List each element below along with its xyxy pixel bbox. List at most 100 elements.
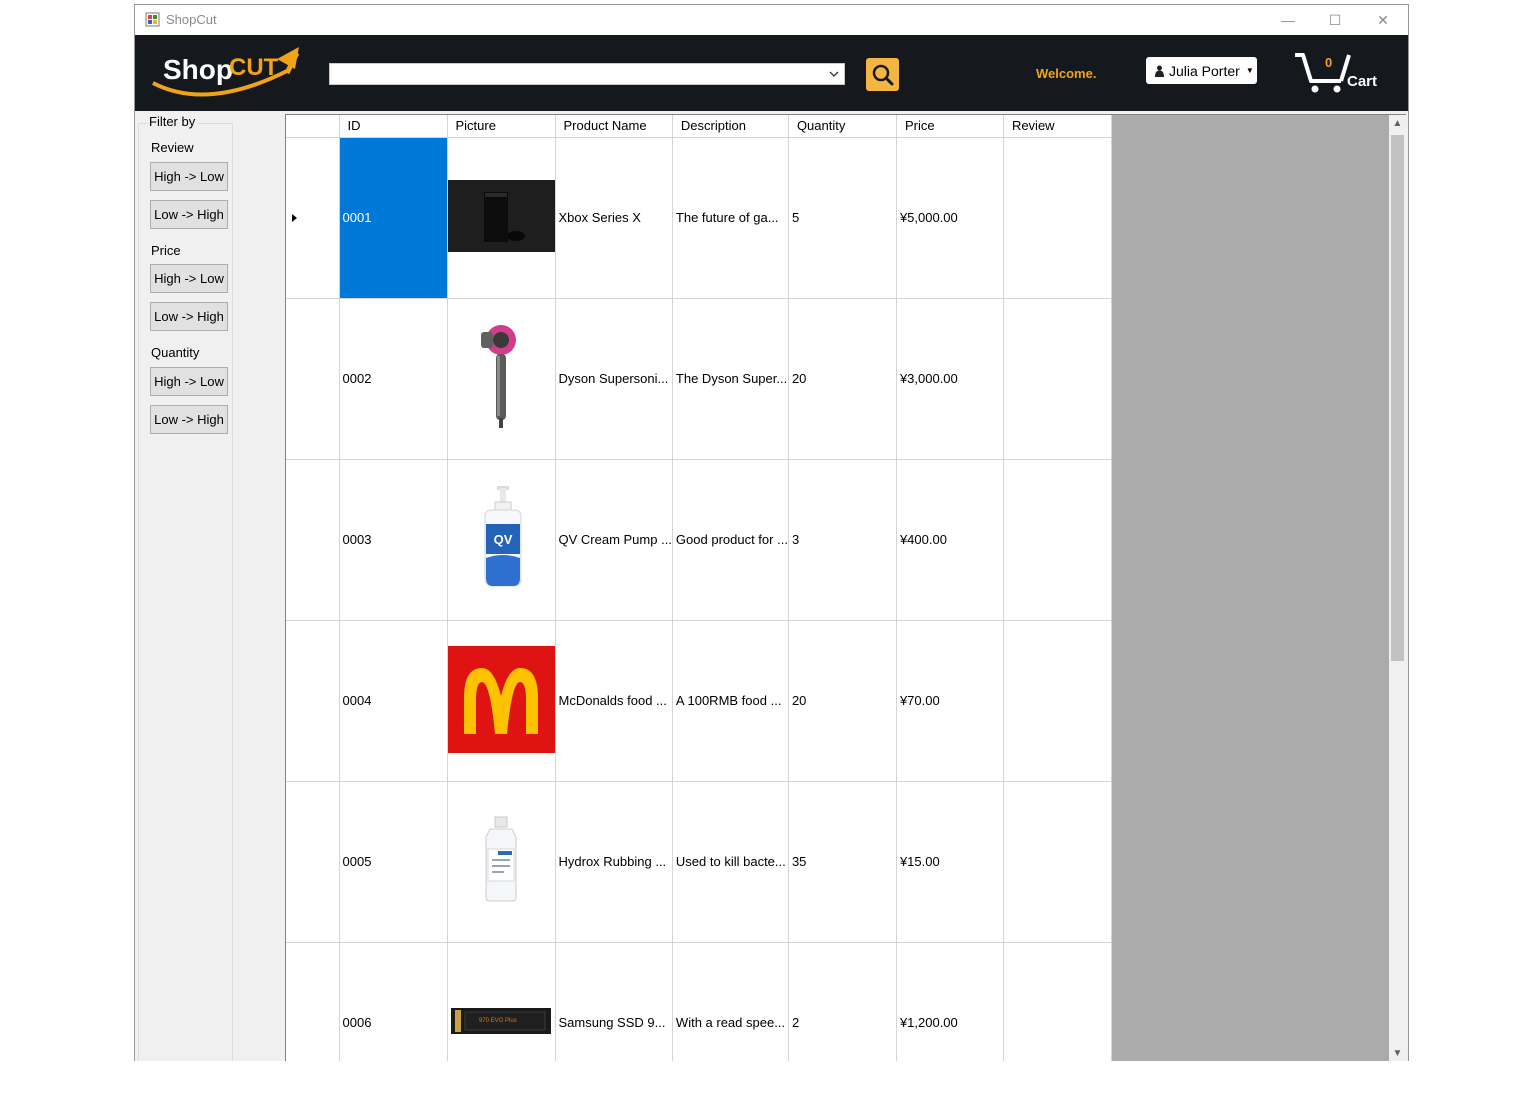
cell-picture[interactable] [447,298,556,460]
button-label: High -> Low [154,169,224,184]
column-header-picture[interactable]: Picture [447,115,556,138]
cell-description[interactable]: The Dyson Super... [672,298,789,460]
quantity-low-high-button[interactable]: Low -> High [150,405,228,434]
scrollbar-thumb[interactable] [1391,135,1404,661]
column-header-review[interactable]: Review [1003,115,1112,138]
column-header-quantity[interactable]: Quantity [788,115,897,138]
cell-picture[interactable] [447,620,556,782]
cell-price[interactable]: ¥1,200.00 [896,942,1004,1061]
row-header[interactable] [286,137,340,299]
caret-down-icon: ▼ [1245,66,1254,75]
vertical-scrollbar[interactable]: ▲ ▼ [1389,115,1406,1061]
cell-picture[interactable] [447,781,556,943]
table-row[interactable]: 0005 Hydrox Rubbing ... Used to kill bac… [286,781,1112,943]
cell-review[interactable] [1003,620,1112,782]
table-row[interactable]: 0002 Dyson Supersoni... The Dyson Super.… [286,298,1112,460]
window-title: ShopCut [166,12,217,27]
cell-description[interactable]: With a read spee... [672,942,789,1061]
cell-id[interactable]: 0001 [339,137,448,299]
cell-quantity[interactable]: 20 [788,298,897,460]
current-row-arrow-icon [292,213,297,222]
shopcut-logo: Shop CUT [152,47,300,97]
cell-price[interactable]: ¥5,000.00 [896,137,1004,299]
cart-label: Cart [1347,73,1378,90]
cell-product-name[interactable]: Dyson Supersoni... [555,298,673,460]
cell-quantity[interactable]: 5 [788,137,897,299]
cell-product-name[interactable]: QV Cream Pump ... [555,459,673,621]
cell-id[interactable]: 0005 [339,781,448,943]
user-menu-button[interactable]: Julia Porter ▼ [1146,57,1257,84]
cell-id[interactable]: 0006 [339,942,448,1061]
cell-quantity[interactable]: 35 [788,781,897,943]
cell-product-name[interactable]: Hydrox Rubbing ... [555,781,673,943]
cell-picture[interactable]: 970 EVO Plus [447,942,556,1061]
row-header[interactable] [286,942,340,1061]
scroll-up-icon[interactable]: ▲ [1389,115,1406,132]
cell-product-name[interactable]: Samsung SSD 9... [555,942,673,1061]
cell-review[interactable] [1003,137,1112,299]
qv-cream-pump-image: QV [484,486,522,587]
cell-review[interactable] [1003,942,1112,1061]
cell-description[interactable]: The future of ga... [672,137,789,299]
review-section-label: Review [151,140,194,155]
cell-price[interactable]: ¥15.00 [896,781,1004,943]
maximize-button[interactable]: ☐ [1312,5,1358,35]
cell-description[interactable]: Good product for ... [672,459,789,621]
cell-id[interactable]: 0003 [339,459,448,621]
cell-description[interactable]: Used to kill bacte... [672,781,789,943]
products-datagrid[interactable]: ID Picture Product Name Description Quan… [285,114,1406,1061]
cell-review[interactable] [1003,781,1112,943]
cell-review[interactable] [1003,298,1112,460]
price-high-low-button[interactable]: High -> Low [150,264,228,293]
cell-id[interactable]: 0002 [339,298,448,460]
cell-quantity[interactable]: 20 [788,620,897,782]
chevron-down-icon[interactable] [828,68,840,80]
cell-price[interactable]: ¥3,000.00 [896,298,1004,460]
qv-logo-text: QV [494,532,513,547]
cell-review[interactable] [1003,459,1112,621]
table-row[interactable]: 0001 Xbox Series X The future of ga... 5… [286,137,1112,299]
table-row[interactable]: 0004 McDonalds food ... A 100RMB food ..… [286,620,1112,782]
app-icon [145,12,160,27]
row-header[interactable] [286,298,340,460]
filter-title: Filter by [147,114,198,129]
review-high-low-button[interactable]: High -> Low [150,162,228,191]
review-low-high-button[interactable]: Low -> High [150,200,228,229]
table-row[interactable]: 0003 QV QV Cream Pump ... Good product f… [286,459,1112,621]
cart-button[interactable]: 0 Cart [1293,49,1383,99]
cell-product-name[interactable]: Xbox Series X [555,137,673,299]
cart-count-badge: 0 [1325,55,1333,70]
cell-id[interactable]: 0004 [339,620,448,782]
scroll-down-icon[interactable]: ▼ [1389,1045,1406,1061]
title-bar: ShopCut — ☐ ✕ [135,5,1408,35]
cell-picture[interactable] [447,137,556,299]
minimize-button[interactable]: — [1265,5,1311,35]
cell-quantity[interactable]: 2 [788,942,897,1061]
search-button[interactable] [866,58,899,91]
logo-cut-text: CUT [229,54,279,81]
row-header[interactable] [286,459,340,621]
samsung-ssd-image: 970 EVO Plus [451,1008,551,1034]
column-header-id[interactable]: ID [339,115,448,138]
cell-product-name[interactable]: McDonalds food ... [555,620,673,782]
column-header-price[interactable]: Price [896,115,1004,138]
close-button[interactable]: ✕ [1360,5,1406,35]
cell-price[interactable]: ¥70.00 [896,620,1004,782]
table-row[interactable]: 0006 970 EVO Plus Samsung SSD 9... With … [286,942,1112,1061]
cell-description[interactable]: A 100RMB food ... [672,620,789,782]
column-header-description[interactable]: Description [672,115,789,138]
button-label: High -> Low [154,271,224,286]
cell-quantity[interactable]: 3 [788,459,897,621]
cell-picture[interactable]: QV [447,459,556,621]
header-bar: Shop CUT Welcome. Julia Porter ▼ 0 Cart [135,35,1408,111]
cell-price[interactable]: ¥400.00 [896,459,1004,621]
price-low-high-button[interactable]: Low -> High [150,302,228,331]
row-header[interactable] [286,781,340,943]
button-label: High -> Low [154,374,224,389]
row-header-corner[interactable] [286,115,340,138]
quantity-high-low-button[interactable]: High -> Low [150,367,228,396]
xbox-series-x-image [447,180,554,252]
column-header-product-name[interactable]: Product Name [555,115,673,138]
row-header[interactable] [286,620,340,782]
search-combobox[interactable] [329,63,845,85]
